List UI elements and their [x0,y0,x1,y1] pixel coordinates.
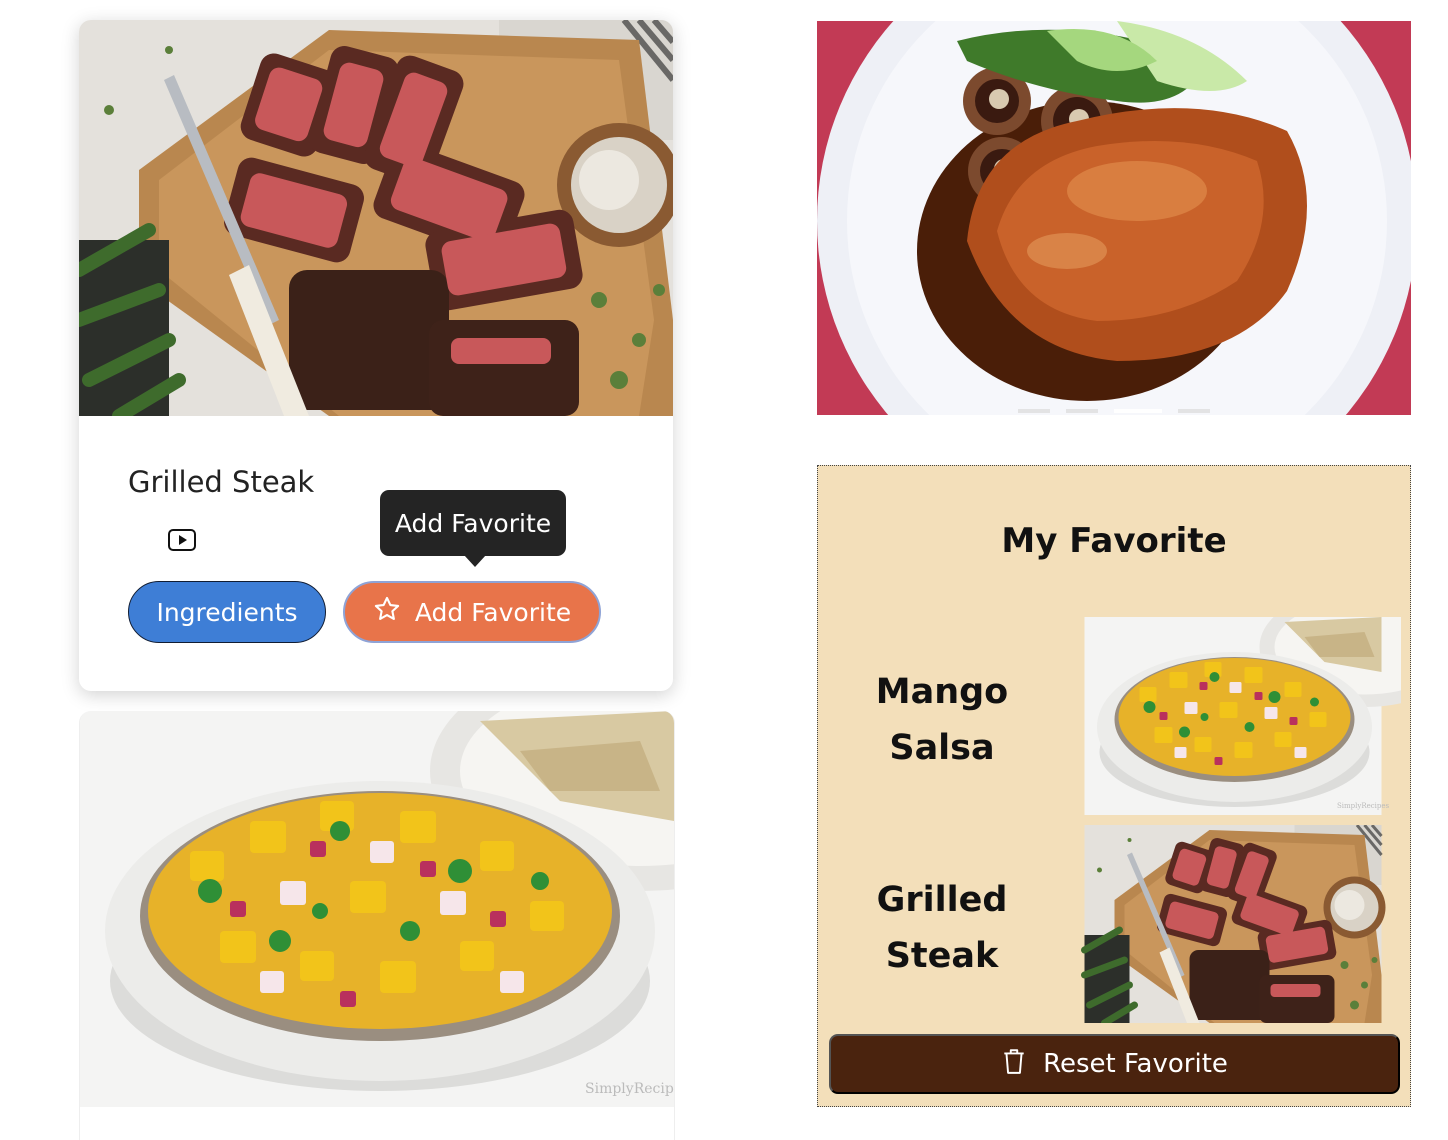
recipe-card-mango-salsa [79,711,675,1140]
grilled-steak-thumbnail[interactable] [1065,825,1401,1023]
mango-salsa-photo [80,711,674,1107]
favorite-item-name: Mango Salsa [848,660,1036,780]
favorites-panel: My Favorite Mango Salsa Grilled Steak Re… [817,465,1411,1107]
add-favorite-button-label: Add Favorite [414,597,572,627]
favorites-title: My Favorite [1001,521,1227,561]
carousel-indicators [817,409,1411,415]
recipe-card-grilled-steak: Grilled Steak Add Favorite Ingredients A… [79,20,673,691]
carousel-dot[interactable] [1178,409,1210,413]
reset-favorite-button-label: Reset Favorite [1043,1049,1228,1079]
carousel-dot[interactable] [1066,409,1098,413]
star-icon [373,595,401,629]
reset-favorite-button[interactable]: Reset Favorite [829,1034,1400,1094]
page: Grilled Steak Add Favorite Ingredients A… [0,0,1448,1140]
recipe-title: Grilled Steak [128,465,315,499]
tooltip-arrow [464,555,486,567]
ingredients-button[interactable]: Ingredients [128,581,326,643]
grilled-steak-photo [79,20,673,416]
braised-pork-photo [817,21,1411,415]
favorite-item-name-line1: Grilled [876,880,1008,920]
add-favorite-tooltip: Add Favorite [380,490,566,556]
ingredients-button-label: Ingredients [156,597,298,627]
add-favorite-button[interactable]: Add Favorite [343,581,601,643]
favorite-item-name: Grilled Steak [848,868,1036,988]
mango-salsa-thumbnail[interactable] [1065,617,1401,815]
image-carousel[interactable] [817,21,1411,415]
favorite-item-name-line1: Mango [875,672,1009,712]
carousel-dot-active[interactable] [1114,409,1162,413]
trash-icon [1001,1047,1027,1082]
favorite-item-name-line2: Steak [885,936,999,976]
carousel-dot[interactable] [1018,409,1050,413]
youtube-icon[interactable] [167,528,197,552]
favorite-item-name-line2: Salsa [889,728,995,768]
